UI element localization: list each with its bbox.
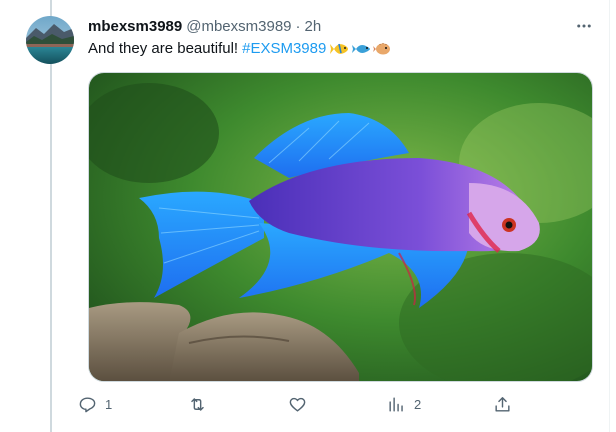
separator-dot: · bbox=[295, 17, 301, 35]
fish-emoji-icon bbox=[352, 45, 371, 53]
share-button[interactable] bbox=[493, 392, 512, 416]
heart-icon bbox=[289, 397, 306, 412]
hashtag-link[interactable]: #EXSM3989 bbox=[242, 39, 326, 59]
reply-count: 1 bbox=[105, 396, 113, 412]
avatar-landscape-image bbox=[26, 16, 74, 64]
timestamp[interactable]: 2h bbox=[305, 18, 322, 35]
tweet-media-image[interactable] bbox=[88, 72, 593, 382]
reply-bubble-icon bbox=[79, 396, 96, 412]
analytics-bars-icon bbox=[389, 396, 403, 412]
tweet-action-bar: 1 2 bbox=[78, 392, 518, 416]
user-handle[interactable]: @mbexsm3989 bbox=[186, 18, 291, 35]
column-border bbox=[609, 0, 610, 432]
views-count: 2 bbox=[414, 396, 422, 412]
like-button[interactable] bbox=[288, 392, 315, 416]
tweet-body-text: And they are beautiful! bbox=[88, 40, 239, 57]
blowfish-emoji-icon bbox=[373, 43, 391, 55]
reply-button[interactable]: 1 bbox=[78, 392, 112, 416]
repost-button[interactable] bbox=[188, 392, 215, 416]
tweet-header: mbexsm3989 @mbexsm3989 · 2h bbox=[88, 16, 321, 36]
tropical-fish-emoji-icon bbox=[330, 43, 349, 54]
more-dots-icon bbox=[577, 24, 591, 28]
views-button[interactable]: 2 bbox=[387, 392, 421, 416]
avatar[interactable] bbox=[26, 16, 74, 64]
display-name[interactable]: mbexsm3989 bbox=[88, 18, 182, 35]
tweet-text: And they are beautiful! #EXSM3989 bbox=[88, 39, 392, 59]
emoji-group bbox=[330, 40, 392, 58]
betta-fish-image bbox=[89, 73, 592, 381]
thread-line bbox=[50, 0, 52, 432]
more-options-button[interactable] bbox=[574, 16, 594, 36]
repost-arrows-icon bbox=[191, 397, 204, 411]
share-upload-icon bbox=[495, 396, 510, 412]
